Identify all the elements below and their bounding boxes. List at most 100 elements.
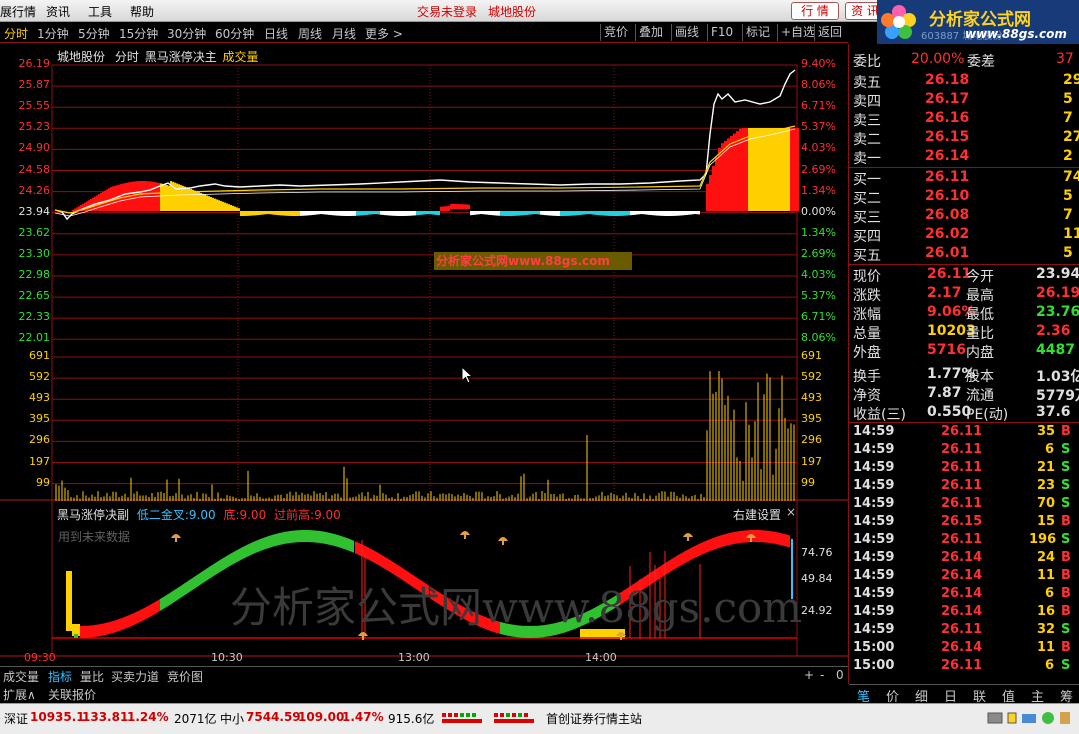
percent-tick-label: 4.03%: [801, 268, 836, 281]
tick-side: B: [1061, 550, 1071, 565]
tf-more[interactable]: 更多 >: [365, 25, 403, 42]
ask-row[interactable]: 卖四 26.17 5: [851, 91, 1079, 110]
f10-button[interactable]: F10: [707, 24, 736, 41]
bottom-tabs: 成交量 指标 量比 买卖力道 竞价图 + - 0: [0, 666, 848, 684]
zoom-out-button[interactable]: -: [820, 668, 824, 682]
add-watchlist-button[interactable]: +自选: [777, 24, 818, 41]
bid-price: 26.10: [925, 188, 970, 204]
stat-label-2: 今开: [966, 269, 994, 285]
zx-value: 7544.59: [246, 710, 301, 724]
quote-button[interactable]: 行 情: [791, 2, 839, 20]
stat-value: 5716: [927, 342, 966, 358]
signal-mushroom-icon: [460, 531, 470, 535]
tf-daily[interactable]: 日线: [264, 25, 288, 42]
stat-row[interactable]: 外盘 5716 内盘 4487: [851, 342, 1079, 361]
tf-5min[interactable]: 5分钟: [78, 25, 110, 42]
back-button[interactable]: 返回: [814, 24, 845, 41]
indicator-settings[interactable]: 右建设置: [733, 506, 781, 523]
tf-60min[interactable]: 60分钟: [215, 25, 254, 42]
bid-row[interactable]: 买四 26.02 11: [851, 226, 1079, 245]
tick-side: S: [1061, 442, 1071, 457]
tab-indicator[interactable]: 指标: [48, 668, 72, 685]
ask-row[interactable]: 卖五 26.18 29: [851, 72, 1079, 91]
bid-label: 买一: [853, 172, 881, 188]
zoom-reset-button[interactable]: 0: [836, 668, 844, 682]
intraday-chart[interactable]: 城地股份 分时 黑马涨停决主 成交量 26.19 25.87 25.55 25.23 2…: [0, 44, 848, 664]
stat-row[interactable]: 收益(三) 0.550 PE(动) 37.6: [851, 404, 1079, 423]
tab-buy-sell-power[interactable]: 买卖力道: [111, 668, 159, 685]
ask-row[interactable]: 卖三 26.16 7: [851, 110, 1079, 129]
draw-line-button[interactable]: 画线: [671, 24, 702, 41]
tick-price: 26.14: [941, 568, 983, 583]
bid-row[interactable]: 买五 26.01 5: [851, 245, 1079, 264]
tick-price: 26.15: [941, 514, 983, 529]
tick-side: B: [1061, 604, 1071, 619]
status-bar: 深证 10935.1 133.81 1.24% 2071亿 中小 7544.59…: [0, 703, 1079, 734]
mark-button[interactable]: 标记: [742, 24, 773, 41]
ask-volume: 29: [1063, 72, 1079, 88]
chart-indicator-name: 黑马涨停决主: [144, 50, 217, 64]
indicator-tick-label: 74.76: [801, 546, 833, 559]
ask-row[interactable]: 卖二 26.15 27: [851, 129, 1079, 148]
ask-label: 卖一: [853, 151, 881, 167]
sz-label: 深证: [4, 712, 29, 726]
close-indicator-icon[interactable]: ×: [786, 505, 796, 519]
volume-tick-label-right: 395: [801, 412, 822, 426]
time-tick-label: 10:30: [211, 651, 243, 664]
tf-1min[interactable]: 1分钟: [37, 25, 69, 42]
timeframe-bar: 分时 1分钟 5分钟 15分钟 30分钟 60分钟 日线 周线 月线 更多 > …: [0, 22, 848, 43]
prev-high-value: 9.00: [314, 508, 341, 522]
ask-volume: 2: [1063, 148, 1073, 164]
menu-news[interactable]: 资讯: [46, 3, 70, 20]
order-ratio-label: 委比: [853, 54, 881, 70]
order-diff-value: 37: [1056, 51, 1074, 67]
tick-side: S: [1061, 658, 1071, 673]
percent-tick-label: 5.37%: [801, 120, 836, 134]
related-quotes-button[interactable]: 关联报价: [48, 686, 96, 703]
tab-auction-chart[interactable]: 竞价图: [167, 668, 203, 685]
expand-button[interactable]: 扩展∧: [3, 686, 36, 703]
menu-tools[interactable]: 工具: [88, 3, 112, 20]
tick-time: 14:59: [853, 622, 895, 637]
stat-row[interactable]: 涨跌 2.17 最高 26.19: [851, 285, 1079, 304]
percent-tick-label: 5.37%: [801, 289, 836, 303]
volume-tick-label-left: 395: [29, 412, 50, 426]
stat-value-2: 26.19: [1036, 285, 1079, 301]
tick-price: 26.14: [941, 640, 983, 655]
menu-help[interactable]: 帮助: [130, 3, 154, 20]
tick-row: 15:00 26.11 6 S: [851, 658, 1079, 676]
tab-volume[interactable]: 成交量: [3, 668, 39, 685]
tf-15min[interactable]: 15分钟: [119, 25, 158, 42]
order-ratio-row: 委比 20.00% 委差 37: [851, 51, 1079, 70]
stat-row[interactable]: 现价 26.11 今开 23.94: [851, 266, 1079, 285]
ask-row[interactable]: 卖一 26.14 2: [851, 148, 1079, 167]
volume-tick-label-left: 99: [36, 475, 50, 489]
tab-volume-ratio[interactable]: 量比: [80, 668, 104, 685]
stat-row[interactable]: 涨幅 9.06% 最低 23.76: [851, 304, 1079, 323]
sz-value: 10935.1: [30, 710, 85, 724]
tf-30min[interactable]: 30分钟: [167, 25, 206, 42]
tick-volume: 32: [1037, 622, 1056, 637]
zoom-in-button[interactable]: +: [804, 668, 814, 682]
percent-tick-label: 9.40%: [801, 57, 836, 70]
tick-time: 14:59: [853, 496, 895, 511]
ask-volume: 7: [1063, 110, 1073, 126]
bid-row[interactable]: 买二 26.10 5: [851, 188, 1079, 207]
overlay-button[interactable]: 叠加: [635, 24, 666, 41]
tf-monthly[interactable]: 月线: [332, 25, 356, 42]
menu-quotes[interactable]: 展行情: [0, 3, 36, 20]
stat-row[interactable]: 净资 7.87流通 5779万: [851, 385, 1079, 404]
stat-row[interactable]: 换手 1.77% 股本 1.03亿: [851, 366, 1079, 385]
bid-row[interactable]: 买一 26.11 74: [851, 169, 1079, 188]
stat-row[interactable]: 总量 10203 量比 2.36: [851, 323, 1079, 342]
auction-button[interactable]: 竞价: [600, 24, 631, 41]
price-tick-label: 24.58: [18, 162, 51, 176]
tf-intraday[interactable]: 分时: [4, 25, 28, 42]
zx-change: 109.00: [298, 710, 345, 724]
trade-login-notice[interactable]: 交易未登录: [417, 3, 477, 20]
tick-side: S: [1061, 496, 1071, 511]
volume-tick-label-left: 592: [29, 370, 50, 384]
bid-row[interactable]: 买三 26.08 7: [851, 207, 1079, 226]
tf-weekly[interactable]: 周线: [298, 25, 322, 42]
stat-value: 26.11: [927, 266, 972, 282]
